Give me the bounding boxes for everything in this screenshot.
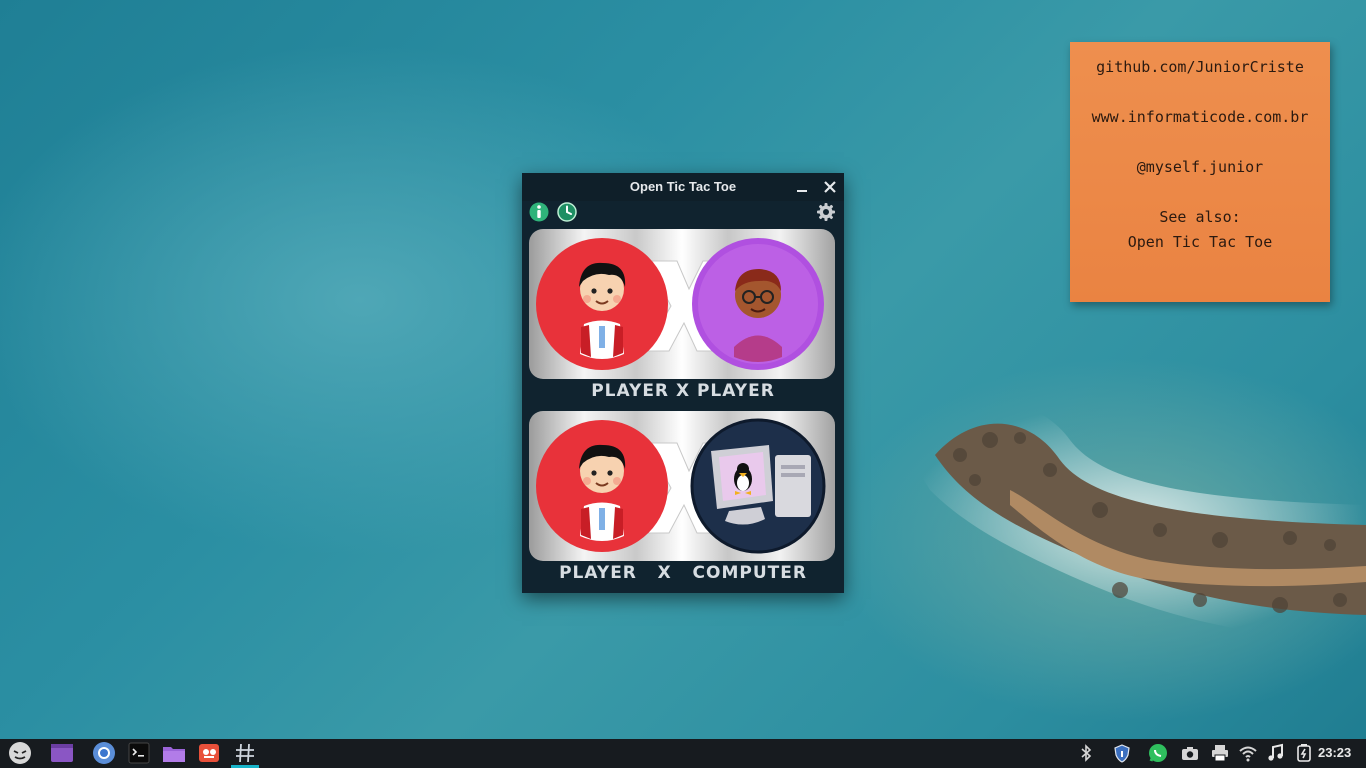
note-line-see-also: See also: bbox=[1159, 208, 1241, 226]
terminal-icon[interactable] bbox=[126, 741, 152, 765]
settings-gear-icon[interactable] bbox=[816, 202, 836, 222]
sticky-note[interactable]: github.com/JuniorCriste www.informaticod… bbox=[1070, 42, 1330, 302]
bluetooth-icon[interactable] bbox=[1076, 743, 1096, 763]
player-vs-player-label[interactable]: PLAYER X PLAYER bbox=[522, 381, 844, 401]
close-icon[interactable] bbox=[820, 177, 840, 197]
taskbar: 23:23 bbox=[0, 739, 1366, 768]
camera-icon[interactable] bbox=[1180, 743, 1200, 763]
minimize-icon[interactable] bbox=[792, 177, 812, 197]
show-desktop-icon[interactable] bbox=[49, 741, 75, 765]
note-line-github: github.com/JuniorCriste bbox=[1096, 58, 1304, 76]
note-line-handle: @myself.junior bbox=[1136, 158, 1264, 176]
window-titlebar[interactable]: Open Tic Tac Toe bbox=[522, 173, 844, 201]
music-icon[interactable] bbox=[1266, 743, 1286, 763]
info-icon[interactable] bbox=[529, 202, 549, 222]
wifi-icon[interactable] bbox=[1238, 743, 1258, 763]
boy-player-avatar bbox=[536, 238, 668, 370]
boy-player-avatar bbox=[536, 420, 668, 552]
tic-tac-toe-window: Open Tic Tac Toe PLAYER X PLAYER PLAYER … bbox=[522, 173, 844, 593]
chromium-icon[interactable] bbox=[91, 741, 117, 765]
note-line-app: Open Tic Tac Toe bbox=[1127, 233, 1273, 251]
security-shield-icon[interactable] bbox=[1112, 743, 1132, 763]
tic-tac-toe-icon[interactable] bbox=[232, 741, 258, 765]
file-manager-icon[interactable] bbox=[161, 741, 187, 765]
printer-icon[interactable] bbox=[1210, 743, 1230, 763]
note-line-website: www.informaticode.com.br bbox=[1091, 108, 1309, 126]
clock[interactable]: 23:23 bbox=[1318, 745, 1364, 760]
screenshot-tool-icon[interactable] bbox=[196, 741, 222, 765]
tux-computer-avatar bbox=[690, 418, 826, 554]
glasses-player-avatar bbox=[692, 238, 824, 370]
player-vs-computer-label[interactable]: PLAYER X COMPUTER bbox=[522, 563, 844, 583]
battery-icon[interactable] bbox=[1294, 743, 1314, 763]
player-vs-player-button[interactable] bbox=[529, 229, 835, 379]
player-vs-computer-button[interactable] bbox=[529, 411, 835, 561]
whatsapp-icon[interactable] bbox=[1148, 743, 1168, 763]
app-menu-icon[interactable] bbox=[7, 741, 33, 765]
history-clock-icon[interactable] bbox=[557, 202, 577, 222]
